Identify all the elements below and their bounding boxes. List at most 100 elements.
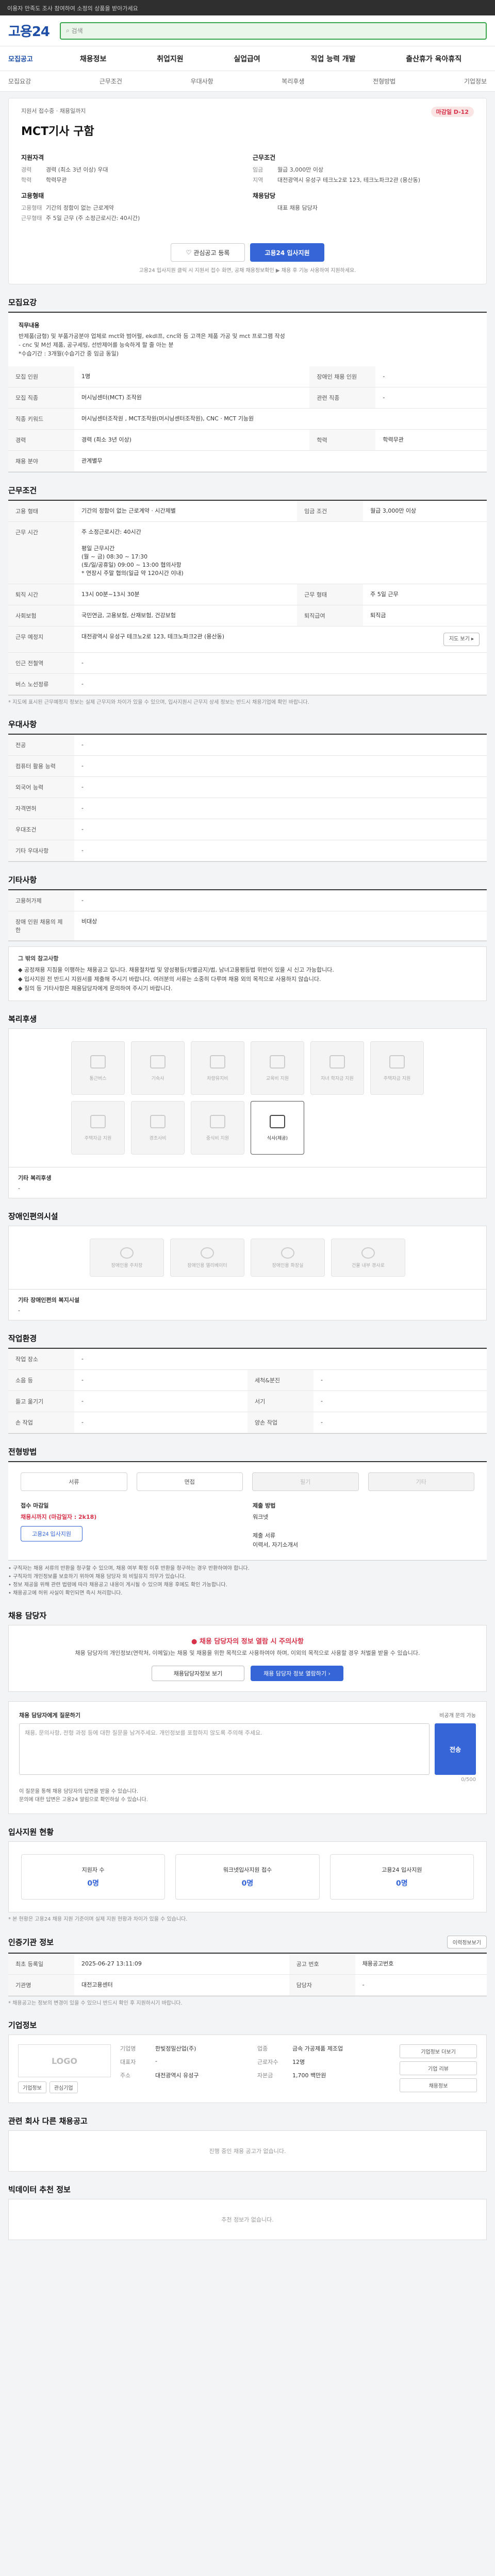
row-label: 사회보험: [8, 605, 74, 626]
row-label: 직종 키워드: [8, 408, 74, 430]
history-button[interactable]: 이력정보보기: [447, 1936, 487, 1948]
alert-icon: ●: [191, 1638, 200, 1646]
row-label: 경력: [8, 429, 74, 451]
method-apply-button[interactable]: 고용24 입사지원: [21, 1526, 82, 1541]
company-follow-button[interactable]: 관심기업: [49, 2081, 78, 2093]
row-value: -: [74, 819, 487, 840]
site-logo[interactable]: 고용24: [8, 21, 60, 40]
row-value: 주 소정근로시간: 40시간 평일 근무시간 (월 ~ 금) 08:30 ~ 1…: [74, 521, 487, 584]
nav-item[interactable]: 실업급여: [234, 54, 260, 64]
section-tab[interactable]: 복리후생: [282, 77, 304, 86]
row-value: -: [74, 798, 487, 819]
company-info-key: 대표자: [120, 2059, 136, 2065]
other-notes-box: 그 밖의 참고사항 ◆ 공정채용 지침을 이행하는 채용공고 입니다. 채용절차…: [8, 946, 487, 1001]
row-value: 대전고용센터: [74, 1974, 289, 1996]
disability-tile: 장애인용 주차장: [90, 1239, 164, 1277]
stat-value: 0명: [87, 1879, 99, 1888]
section-tab[interactable]: 근무조건: [100, 77, 122, 86]
table-row: 경력 경력 (최소 3년 이상) 학력 학력무관: [8, 429, 487, 451]
company-info-key: 근로자수: [257, 2059, 278, 2065]
method-item: 면접: [136, 1472, 243, 1491]
row-label: 퇴직급여: [297, 605, 364, 626]
meta-row: 지역 대전광역시 유성구 테크노2로 123, 테크노파크2관 (용산동): [253, 176, 474, 184]
inquiry-note-line: 이 질문을 통해 채용 담당자의 답변을 받을 수 있습니다.: [19, 1789, 139, 1794]
submit-value: 워크넷 제출 서류 이력서, 자기소개서: [253, 1514, 298, 1548]
top-banner[interactable]: 이용자 만족도 조사 참여하여 소정의 상품을 받아가세요: [0, 0, 495, 15]
row-value: -: [74, 755, 487, 777]
section-title-other: 기타사항: [8, 875, 37, 885]
welfare-tile: 식사(제공): [251, 1101, 304, 1155]
nav-item[interactable]: 채용정보: [80, 54, 107, 64]
apply-button[interactable]: 고용24 입사지원: [250, 243, 324, 262]
row-value: -: [375, 366, 487, 387]
nav-item[interactable]: 출산휴가 육아휴직: [406, 54, 461, 64]
row-label: 근무 시간: [8, 521, 74, 584]
warning-text: 정보 제공을 위해 관련 법령에 따라 채용공고 내용이 게시될 수 있으며 채…: [13, 1582, 227, 1588]
welfare-icon: [270, 1055, 285, 1069]
welfare-label: 자녀 학자금 지원: [321, 1076, 354, 1081]
map-button[interactable]: 지도 보기 ▸: [443, 633, 480, 646]
save-job-button[interactable]: ♡ 관심공고 등록: [171, 243, 245, 262]
row-value: 13시 00분~13시 30분: [74, 584, 298, 605]
section-title-pref: 우대사항: [8, 720, 37, 729]
row-value: -: [314, 1369, 487, 1391]
meta-row: 경력 경력 (최소 3년 이상) 우대: [21, 166, 242, 174]
heart-icon: ♡: [186, 249, 192, 256]
section-tab[interactable]: 전형방법: [373, 77, 395, 86]
table-row: 버스 노선정류 -: [8, 673, 487, 695]
search-input[interactable]: ⌕ 검색: [60, 22, 487, 40]
section-tabs: 모집요강 근무조건 우대사항 복리후생 전형방법 기업정보: [0, 71, 495, 92]
hr-info-button[interactable]: 채용담당자정보 보기: [152, 1666, 244, 1681]
meta-value: 대표 채용 담당자: [277, 205, 318, 211]
table-row: 컴퓨터 활용 능력 -: [8, 755, 487, 777]
work-table: 고용 형태 기간의 정함이 없는 근로계약 · 시간제별 임금 조건 월급 3,000…: [8, 501, 487, 695]
section-tab[interactable]: 우대사항: [191, 77, 213, 86]
stat-value: 0명: [396, 1879, 408, 1888]
deadline-label: 접수 마감일: [21, 1502, 49, 1509]
welfare-icon: [210, 1055, 225, 1069]
section-title-worksite: 작업환경: [8, 1334, 37, 1343]
nav-home[interactable]: 모집공고: [8, 54, 55, 63]
site-header: 고용24 ⌕ 검색: [0, 15, 495, 46]
hr-view-button[interactable]: 채용 담당자 정보 열람하기 ›: [251, 1666, 343, 1681]
company-info-key: 업종: [257, 2045, 268, 2052]
inquiry-textarea[interactable]: 채용, 문의사항, 전형 과정 등에 대한 질문을 남겨주세요. 개인정보를 포…: [19, 1723, 430, 1775]
method-item: 필기: [252, 1472, 359, 1491]
welfare-label: 통근버스: [89, 1076, 107, 1081]
meta-key: [253, 204, 277, 212]
row-value: -: [74, 1412, 248, 1433]
section-tab[interactable]: 기업정보: [464, 77, 487, 86]
nav-item[interactable]: 직업 능력 개발: [311, 54, 356, 64]
table-row: 직종 키워드 머시닝센터조작원 , MCT조작원(머시닝센터조작원), CNC ·…: [8, 408, 487, 430]
duty-line: *수습기간 : 3개월(수습기간 중 임금 동일): [19, 350, 119, 357]
row-value: -: [74, 1369, 248, 1391]
section-tab[interactable]: 모집요강: [8, 77, 31, 86]
company-info-button[interactable]: 기업정보: [18, 2081, 46, 2093]
inquiry-char-count: 0/500: [461, 1777, 476, 1783]
welfare-other-value: -: [18, 1185, 20, 1192]
stat-card: 고용24 입사지원 0명: [329, 1854, 474, 1900]
nav-item[interactable]: 취업지원: [157, 54, 184, 64]
company-review-button[interactable]: 기업 리뷰: [400, 2061, 477, 2075]
other-notes-heading: 그 밖의 참고사항: [18, 955, 59, 962]
row-label: 임금 조건: [297, 501, 364, 522]
table-row: 고용 형태 기간의 정함이 없는 근로계약 · 시간제별 임금 조건 월급 3,000…: [8, 501, 487, 522]
stat-label: 워크넷입사지원 접수: [223, 1867, 272, 1873]
row-label: 서기: [248, 1391, 314, 1412]
company-jobs-button[interactable]: 채용정보: [400, 2078, 477, 2092]
method-box: 서류 면접 필기 기타 접수 마감일 채용시까지 (마감일자 : 2k18) 고용24…: [8, 1461, 487, 1561]
company-more-button[interactable]: 기업정보 더보기: [400, 2044, 477, 2058]
table-row: 장애 인원 채용의 제한 비대상: [8, 911, 487, 941]
table-row: 모집 직종 머시닝센터(MCT) 조작원 관련 직종 -: [8, 387, 487, 409]
row-value: -: [355, 1974, 487, 1996]
company-info-key: 기업명: [120, 2045, 136, 2052]
row-value: 비대상: [74, 911, 487, 941]
inquiry-send-button[interactable]: 전송: [435, 1723, 476, 1775]
row-value: 1명: [74, 366, 310, 387]
welfare-icon: [90, 1114, 106, 1128]
welfare-icon: [329, 1055, 345, 1069]
disability-tile: 건물 내부 경사로: [331, 1239, 405, 1277]
stat-card: 워크넷입사지원 접수 0명: [175, 1854, 320, 1900]
stat-value: 0명: [241, 1879, 254, 1888]
other-table: 고용허가제 - 장애 인원 채용의 제한 비대상: [8, 890, 487, 941]
